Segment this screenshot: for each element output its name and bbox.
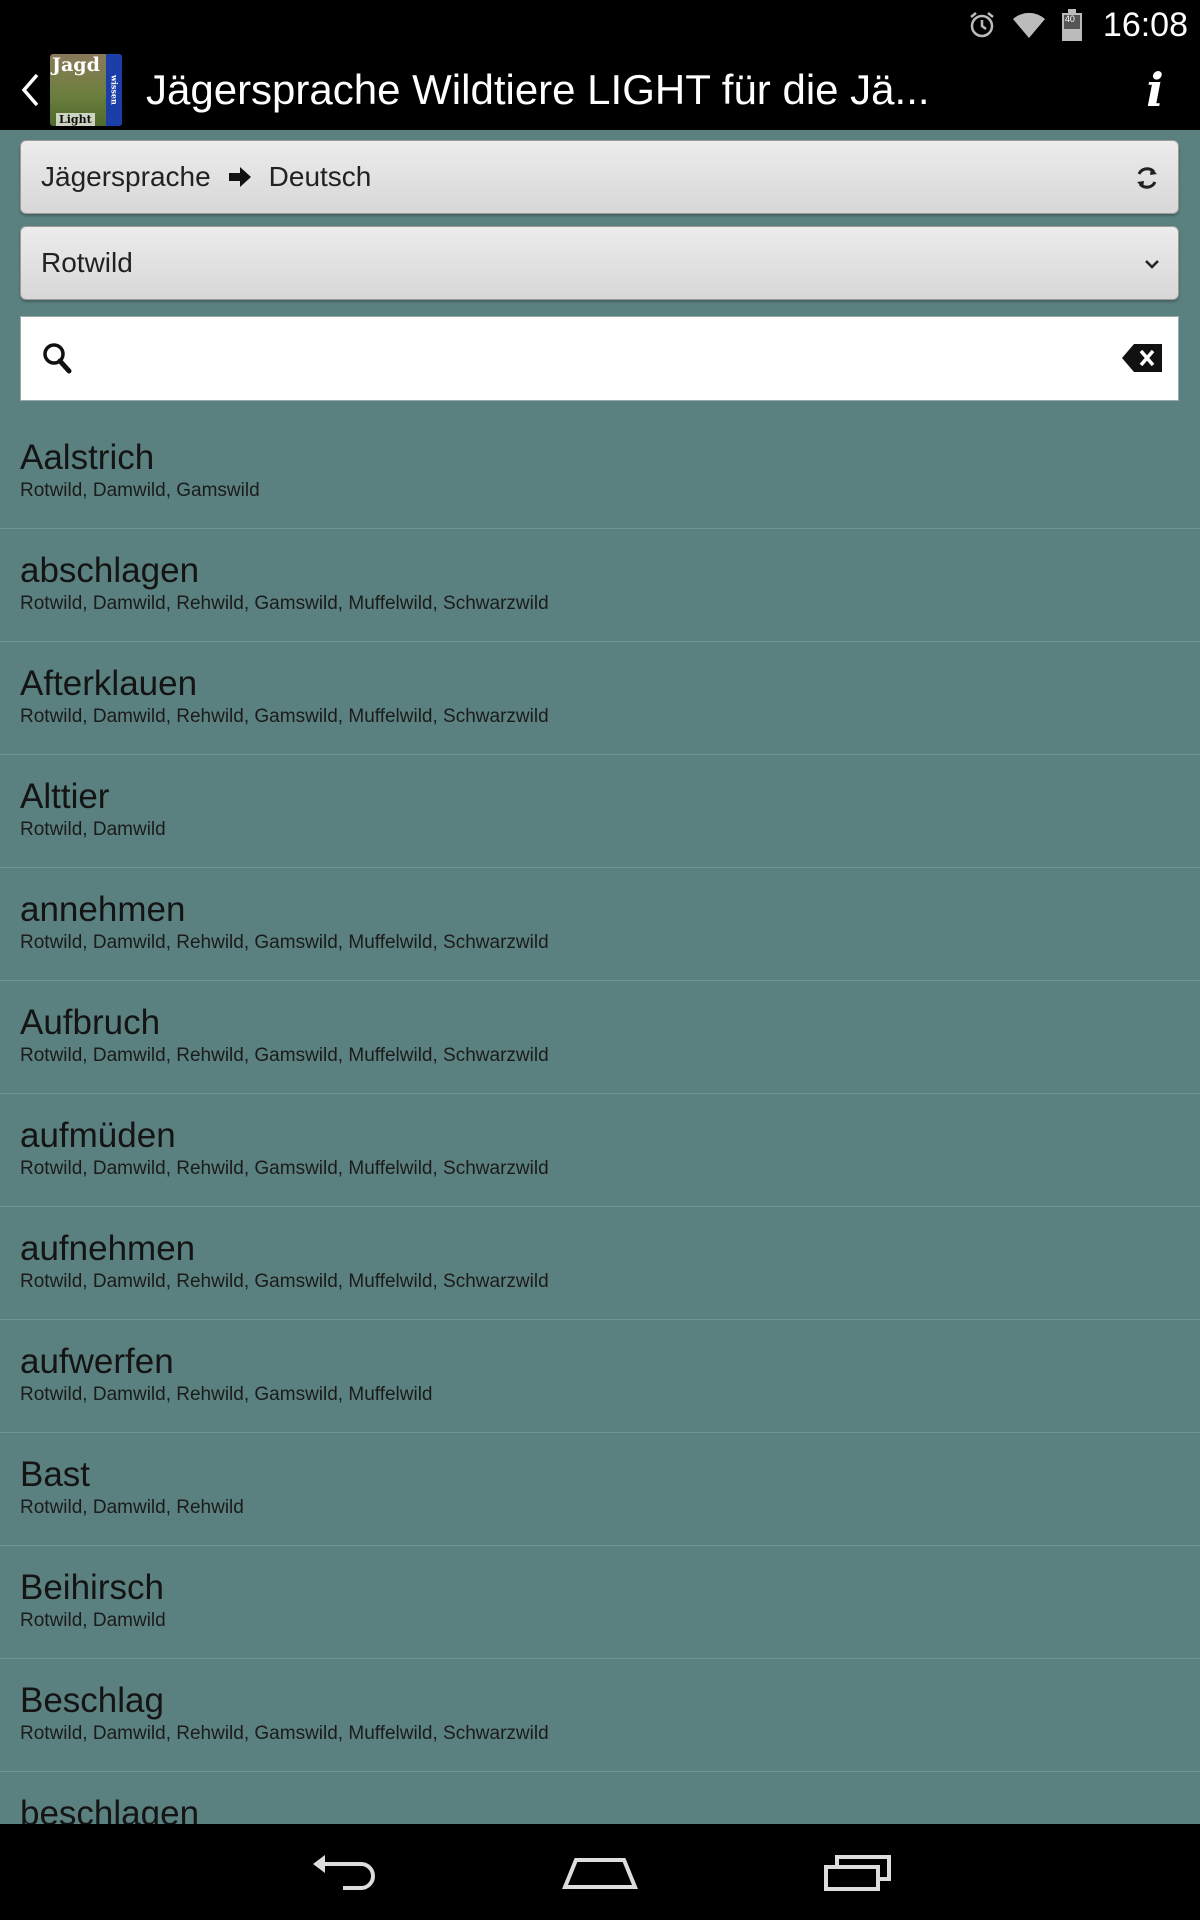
term-label: aufmüden xyxy=(20,1116,176,1155)
list-item[interactable]: annehmen Rotwild, Damwild, Rehwild, Gamsw… xyxy=(0,868,1200,981)
species-label: Rotwild, Damwild xyxy=(20,1610,166,1631)
term-label: beschlagen xyxy=(20,1794,200,1824)
list-item[interactable]: aufwerfen Rotwild, Damwild, Rehwild, Gams… xyxy=(0,1320,1200,1433)
list-item[interactable]: Beihirsch Rotwild, Damwild xyxy=(0,1546,1200,1659)
list-item[interactable]: aufnehmen Rotwild, Damwild, Rehwild, Gams… xyxy=(0,1207,1200,1320)
back-nav-icon[interactable] xyxy=(273,1824,413,1920)
search-icon xyxy=(41,341,73,380)
term-list: Aalstrich Rotwild, Damwild, Gamswild absch… xyxy=(0,416,1200,1824)
term-label: Aalstrich xyxy=(20,438,155,477)
battery-icon: 40 xyxy=(1061,9,1083,41)
search-box[interactable] xyxy=(20,316,1179,401)
term-label: Alttier xyxy=(20,777,110,816)
species-label: Rotwild, Damwild, Rehwild, Gamswild, Muf… xyxy=(20,1384,433,1405)
info-icon[interactable]: i xyxy=(1140,50,1170,130)
alarm-icon xyxy=(967,10,997,40)
species-label: Rotwild, Damwild, Rehwild, Gamswild, Muf… xyxy=(20,1271,549,1292)
clock: 16:08 xyxy=(1102,5,1188,44)
term-label: Afterklauen xyxy=(20,664,198,703)
list-item[interactable]: aufmüden Rotwild, Damwild, Rehwild, Gamsw… xyxy=(0,1094,1200,1207)
list-item[interactable]: Bast Rotwild, Damwild, Rehwild xyxy=(0,1433,1200,1546)
arrow-right-icon xyxy=(228,167,251,187)
list-item[interactable]: Afterklauen Rotwild, Damwild, Rehwild, Ga… xyxy=(0,642,1200,755)
home-icon[interactable] xyxy=(530,1824,670,1920)
wifi-icon xyxy=(1011,10,1047,40)
species-label: Rotwild, Damwild xyxy=(20,819,166,840)
species-label: Rotwild, Damwild, Rehwild, Gamswild, Muf… xyxy=(20,706,549,727)
app-title: Jägersprache Wildtiere LIGHT für die Jä.… xyxy=(146,66,930,113)
term-label: aufnehmen xyxy=(20,1229,196,1268)
source-language: Jägersprache xyxy=(41,161,211,192)
chevron-down-icon xyxy=(1144,227,1160,301)
species-label: Rotwild, Damwild, Gamswild xyxy=(20,480,260,501)
app-logo[interactable]: Jagd wissen Light xyxy=(50,54,122,126)
list-item[interactable]: Aalstrich Rotwild, Damwild, Gamswild xyxy=(0,416,1200,529)
term-label: Beschlag xyxy=(20,1681,164,1720)
species-label: Rotwild, Damwild, Rehwild, Gamswild, Muf… xyxy=(20,1723,549,1744)
action-bar: Jagd wissen Light Jägersprache Wildtiere… xyxy=(0,50,1200,130)
back-icon[interactable] xyxy=(10,50,50,130)
term-label: Aufbruch xyxy=(20,1003,161,1042)
list-item[interactable]: beschlagen xyxy=(0,1772,1200,1824)
species-label: Rotwild, Damwild, Rehwild, Gamswild, Muf… xyxy=(20,593,549,614)
species-label: Rotwild, Damwild, Rehwild xyxy=(20,1497,244,1518)
species-label: Rotwild, Damwild, Rehwild, Gamswild, Muf… xyxy=(20,1045,549,1066)
search-input[interactable] xyxy=(91,333,1095,385)
logo-side-text: wissen xyxy=(106,54,122,126)
term-label: abschlagen xyxy=(20,551,200,590)
clear-search-icon[interactable] xyxy=(1122,344,1162,377)
term-label: annehmen xyxy=(20,890,186,929)
recents-icon[interactable] xyxy=(788,1824,928,1920)
term-label: Bast xyxy=(20,1455,91,1494)
term-label: aufwerfen xyxy=(20,1342,174,1381)
language-direction-selector[interactable]: Jägersprache Deutsch xyxy=(20,140,1179,214)
list-item[interactable]: Aufbruch Rotwild, Damwild, Rehwild, Gamsw… xyxy=(0,981,1200,1094)
animal-selector[interactable]: Rotwild xyxy=(20,226,1179,300)
species-label: Rotwild, Damwild, Rehwild, Gamswild, Muf… xyxy=(20,1158,549,1179)
species-label: Rotwild, Damwild, Rehwild, Gamswild, Muf… xyxy=(20,932,549,953)
list-item[interactable]: Alttier Rotwild, Damwild xyxy=(0,755,1200,868)
status-bar: 40 16:08 xyxy=(0,0,1200,50)
search-area xyxy=(0,306,1200,416)
animal-selector-value: Rotwild xyxy=(41,247,133,278)
navigation-bar xyxy=(0,1824,1200,1920)
list-item[interactable]: Beschlag Rotwild, Damwild, Rehwild, Gamsw… xyxy=(0,1659,1200,1772)
list-item[interactable]: abschlagen Rotwild, Damwild, Rehwild, Gam… xyxy=(0,529,1200,642)
target-language: Deutsch xyxy=(268,161,372,192)
term-label: Beihirsch xyxy=(20,1568,164,1607)
swap-icon[interactable] xyxy=(1134,141,1160,215)
